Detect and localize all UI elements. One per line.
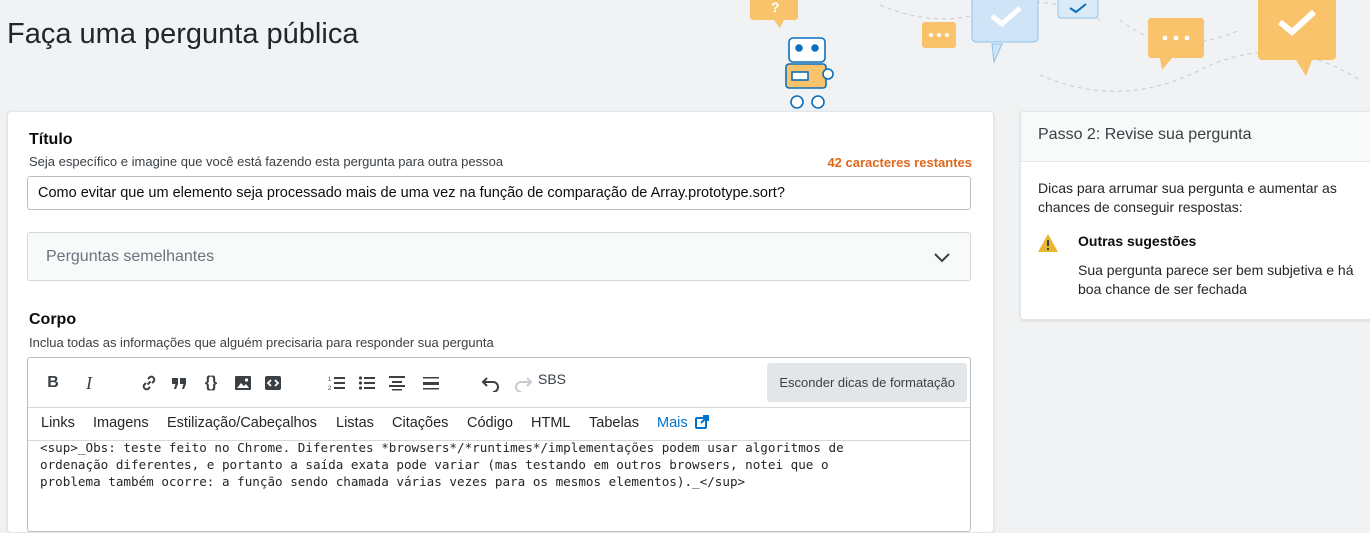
sidebar-title: Passo 2: Revise sua pergunta <box>1038 126 1252 143</box>
chat-bubble-icon <box>922 22 956 48</box>
characters-remaining: 42 caracteres restantes <box>827 155 972 170</box>
tab-html[interactable]: HTML <box>531 415 570 431</box>
tab-images[interactable]: Imagens <box>93 415 149 431</box>
suggestion-title: Outras sugestões <box>1078 233 1197 249</box>
redo-icon[interactable] <box>510 370 536 396</box>
bold-icon[interactable]: B <box>40 370 66 396</box>
header-illustration: ? <box>740 0 1370 112</box>
link-icon[interactable] <box>136 370 162 396</box>
robot-icon <box>785 37 834 109</box>
check-bubble-icon <box>1258 0 1336 76</box>
horizontal-rule-icon[interactable] <box>418 370 444 396</box>
chat-bubble-icon <box>1148 18 1204 70</box>
image-icon[interactable] <box>230 370 256 396</box>
body-description: Inclua todas as informações que alguém p… <box>29 335 494 350</box>
more-link[interactable]: Mais <box>657 415 709 431</box>
tab-code[interactable]: Código <box>467 415 513 431</box>
chevron-down-icon[interactable] <box>932 247 952 267</box>
tab-lists[interactable]: Listas <box>336 415 374 431</box>
quote-icon[interactable] <box>166 370 192 396</box>
similar-questions-accordion[interactable]: Perguntas semelhantes <box>27 232 971 281</box>
more-link-label: Mais <box>657 415 688 431</box>
similar-questions-label: Perguntas semelhantes <box>46 248 215 265</box>
body-label: Corpo <box>29 311 77 328</box>
title-description: Seja específico e imagine que você está … <box>29 154 504 169</box>
heading-icon[interactable] <box>384 370 410 396</box>
tab-quotes[interactable]: Citações <box>392 415 448 431</box>
undo-icon[interactable] <box>478 370 504 396</box>
sidebar-intro: Dicas para arrumar sua pergunta e aument… <box>1038 180 1337 215</box>
italic-icon[interactable]: I <box>76 370 102 396</box>
unordered-list-icon[interactable] <box>354 370 380 396</box>
tab-tables[interactable]: Tabelas <box>589 415 639 431</box>
body-editor: B I {} 12 SBS Esconder dicas de formataç… <box>27 357 971 532</box>
side-by-side-button[interactable]: SBS <box>538 366 574 392</box>
check-bubble-icon <box>971 0 1039 64</box>
svg-text:2: 2 <box>328 386 332 392</box>
review-sidebar: Passo 2: Revise sua pergunta Dicas para … <box>1020 111 1370 320</box>
external-link-icon <box>694 415 709 429</box>
svg-text:?: ? <box>771 0 780 15</box>
tab-styling-headers[interactable]: Estilização/Cabeçalhos <box>167 415 317 431</box>
title-label: Título <box>29 131 73 148</box>
body-textarea[interactable]: <sup>_Obs: teste feito no Chrome. Difere… <box>40 439 960 490</box>
sidebar-header: Passo 2: Revise sua pergunta <box>1021 112 1370 162</box>
tab-links[interactable]: Links <box>41 415 75 431</box>
page-title: Faça uma pergunta pública <box>7 18 359 50</box>
svg-text:1: 1 <box>328 377 332 383</box>
ordered-list-icon[interactable]: 12 <box>324 370 350 396</box>
question-form-card: Título Seja específico e imagine que voc… <box>7 111 994 533</box>
warning-icon <box>1037 233 1059 253</box>
small-bubble-icon <box>1057 0 1099 19</box>
formatting-tips-tabs: Links Imagens Estilização/Cabeçalhos Lis… <box>28 407 970 441</box>
editor-toolbar: B I {} 12 SBS Esconder dicas de formataç… <box>28 358 970 407</box>
suggestion-text: Sua pergunta parece ser bem subjetiva e … <box>1078 262 1354 297</box>
snippet-icon[interactable] <box>260 370 286 396</box>
hide-formatting-tips-button[interactable]: Esconder dicas de formatação <box>767 363 967 402</box>
title-input[interactable]: Como evitar que um elemento seja process… <box>27 176 971 210</box>
code-icon[interactable]: {} <box>198 370 224 396</box>
question-bubble-icon: ? <box>750 0 798 28</box>
